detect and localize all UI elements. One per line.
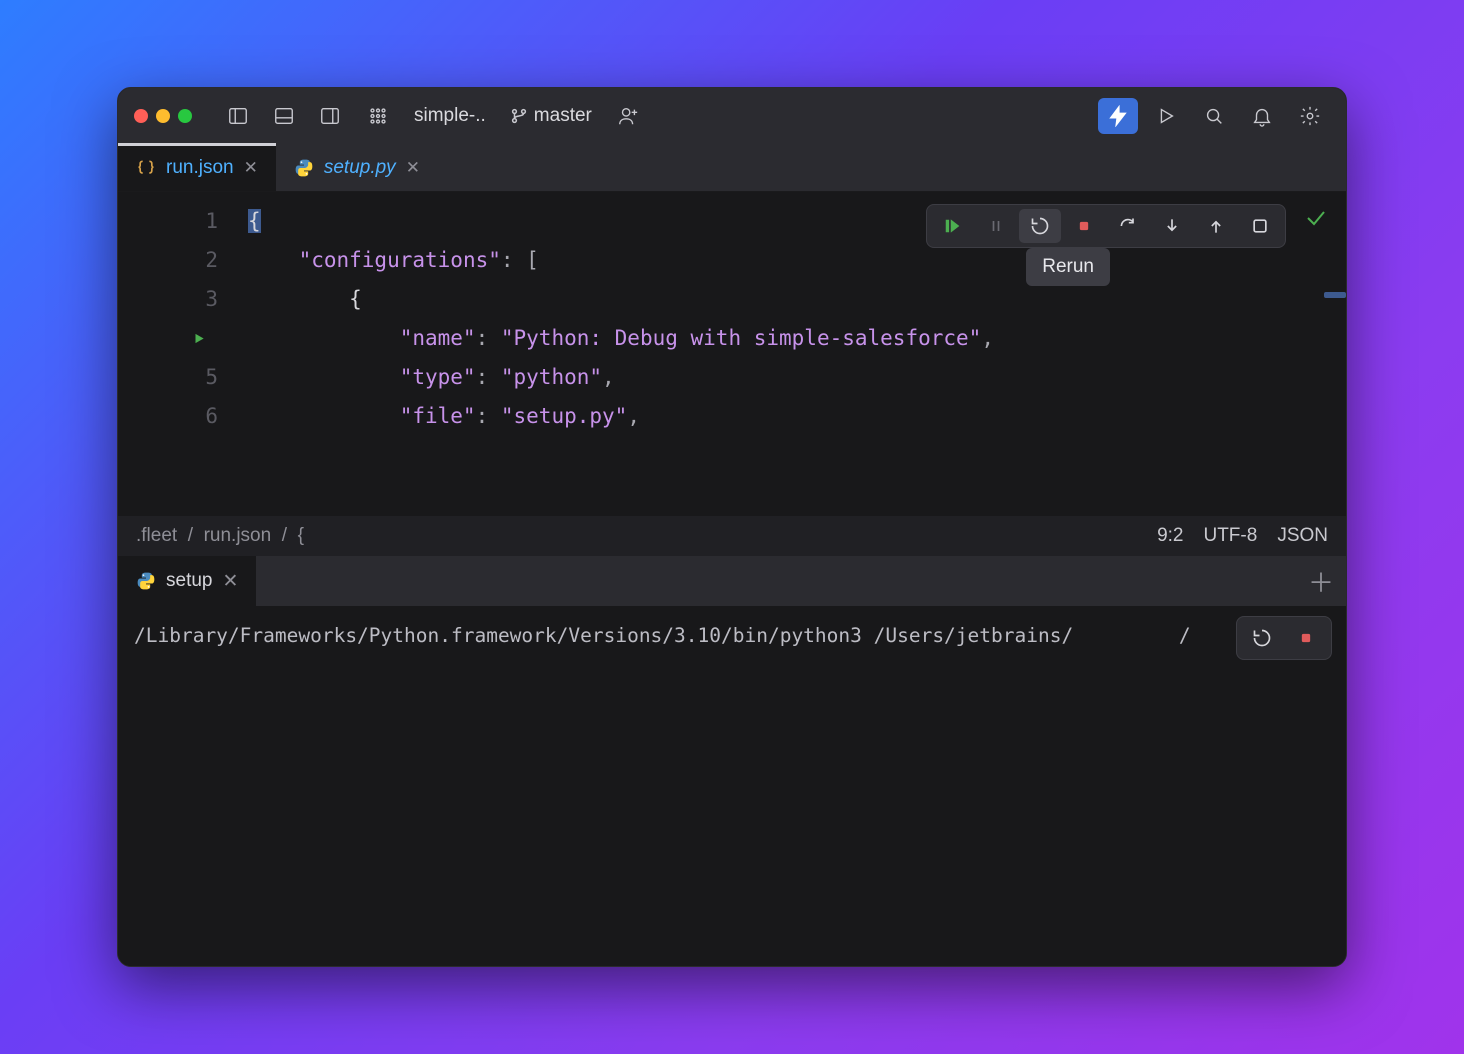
code-line[interactable]: "name": "Python: Debug with simple-sales… [248,319,1346,358]
close-icon[interactable]: ✕ [222,570,238,593]
editor-tab-setup-py[interactable]: setup.py ✕ [276,144,438,191]
json-icon [136,158,156,178]
ide-window: simple-.. master run.json✕setup. [117,87,1347,967]
search-icon[interactable] [1194,98,1234,134]
line-number: 6 [118,397,248,436]
line-number: 3 [118,280,248,319]
add-collaborator-icon[interactable] [608,98,648,134]
line-number: 5 [118,358,248,397]
run-gutter-icon[interactable] [192,319,206,358]
zoom-window-button[interactable] [178,109,192,123]
left-panel-toggle[interactable] [218,98,258,134]
python-icon [136,571,156,591]
debug-toolbar [926,204,1286,248]
stop-button[interactable] [1063,209,1105,243]
editor-area[interactable]: 12356 { "configurations": [ { "name": "P… [118,192,1346,516]
right-panel-toggle[interactable] [310,98,350,134]
close-icon[interactable]: ✕ [244,158,258,178]
breadcrumb-path[interactable]: .fleet / run.json / { [136,525,304,547]
project-name[interactable]: simple-.. [406,105,494,127]
evaluate-button[interactable] [1239,209,1281,243]
terminal-panel[interactable]: /Library/Frameworks/Python.framework/Ver… [118,606,1346,966]
terminal-stop-button[interactable] [1285,621,1327,655]
branch-icon [510,107,528,125]
step-out-button[interactable] [1195,209,1237,243]
editor-tabstrip: run.json ✕ setup.py ✕ [118,144,1346,192]
bottom-panel-tabstrip: setup ✕ ＋ [118,556,1346,606]
editor-tab-run-json[interactable]: run.json ✕ [118,144,276,191]
encoding-indicator[interactable]: UTF-8 [1203,525,1257,547]
analysis-ok-icon[interactable] [1304,206,1328,235]
titlebar: simple-.. master [118,88,1346,144]
code-line[interactable]: "type": "python", [248,358,1346,397]
line-number [118,319,248,358]
rerun-tooltip: Rerun [1026,248,1110,286]
close-window-button[interactable] [134,109,148,123]
gutter: 123 56 [118,192,248,516]
pause-button[interactable] [975,209,1017,243]
cursor-position[interactable]: 9:2 [1157,525,1183,547]
panel-tab-label: setup [166,570,212,592]
terminal-rerun-button[interactable] [1241,621,1283,655]
close-icon[interactable]: ✕ [406,158,420,178]
apps-grid-icon[interactable] [358,98,398,134]
rerun-button[interactable] [1019,209,1061,243]
window-controls [134,109,192,123]
branch-indicator[interactable]: master [502,105,600,127]
panel-toggle-group [218,98,350,134]
run-panel-tab[interactable]: setup ✕ [118,556,256,606]
run-icon[interactable] [1146,98,1186,134]
step-into-button[interactable] [1151,209,1193,243]
step-over-button[interactable] [1107,209,1149,243]
branch-name: master [534,105,592,127]
terminal-output: /Library/Frameworks/Python.framework/Ver… [134,624,1330,647]
bottom-panel-toggle[interactable] [264,98,304,134]
breadcrumb-bar: .fleet / run.json / { 9:2 UTF-8 JSON [118,516,1346,556]
code-line[interactable]: "file": "setup.py", [248,397,1346,436]
tab-label: setup.py [324,157,396,179]
minimize-window-button[interactable] [156,109,170,123]
python-icon [294,158,314,178]
settings-icon[interactable] [1290,98,1330,134]
code-line[interactable]: { [248,280,1346,319]
language-indicator[interactable]: JSON [1277,525,1328,547]
add-panel-tab-button[interactable]: ＋ [1296,556,1346,606]
terminal-toolbar [1236,616,1332,660]
minimap-indicator [1324,292,1346,298]
resume-button[interactable] [931,209,973,243]
tab-label: run.json [166,157,234,179]
notifications-icon[interactable] [1242,98,1282,134]
line-number: 2 [118,241,248,280]
smart-mode-icon[interactable] [1098,98,1138,134]
line-number: 1 [118,202,248,241]
